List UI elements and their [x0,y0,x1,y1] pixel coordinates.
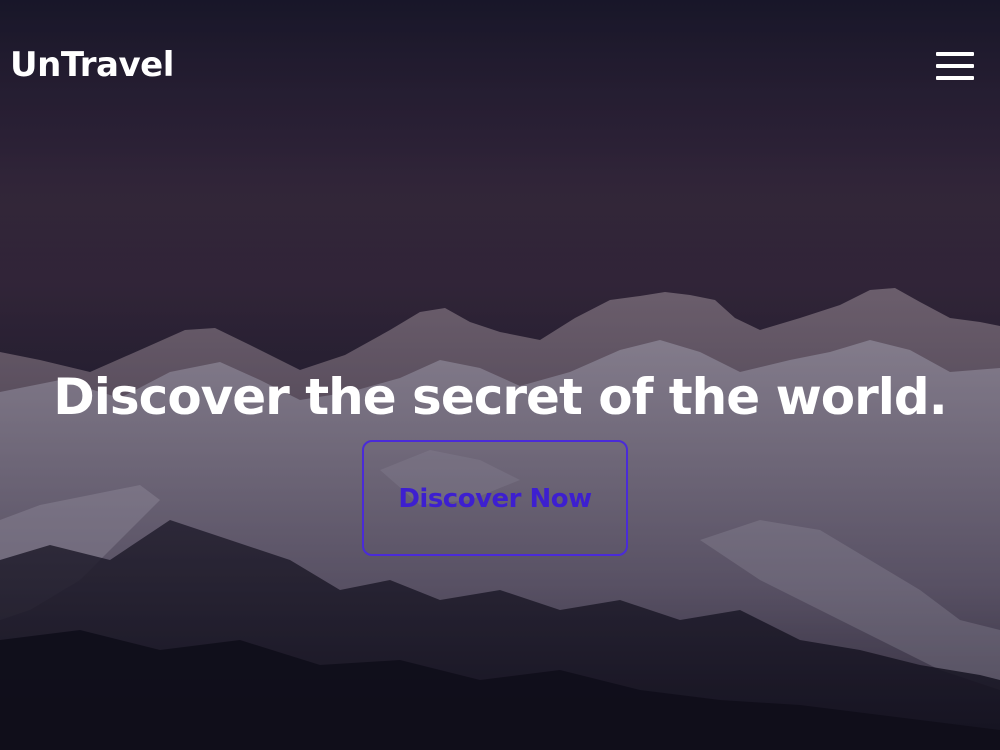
discover-now-label: Discover Now [398,484,592,514]
menu-line [936,76,974,80]
menu-line [936,52,974,56]
hero-section: UnTravel Discover the secret of the worl… [0,0,1000,750]
discover-now-button[interactable]: Discover Now [362,440,628,556]
brand-logo[interactable]: UnTravel [10,40,174,90]
menu-line [936,64,974,68]
navbar: UnTravel [0,0,1000,130]
hero-headline: Discover the secret of the world. [53,367,947,426]
hamburger-menu-icon[interactable] [932,48,974,84]
